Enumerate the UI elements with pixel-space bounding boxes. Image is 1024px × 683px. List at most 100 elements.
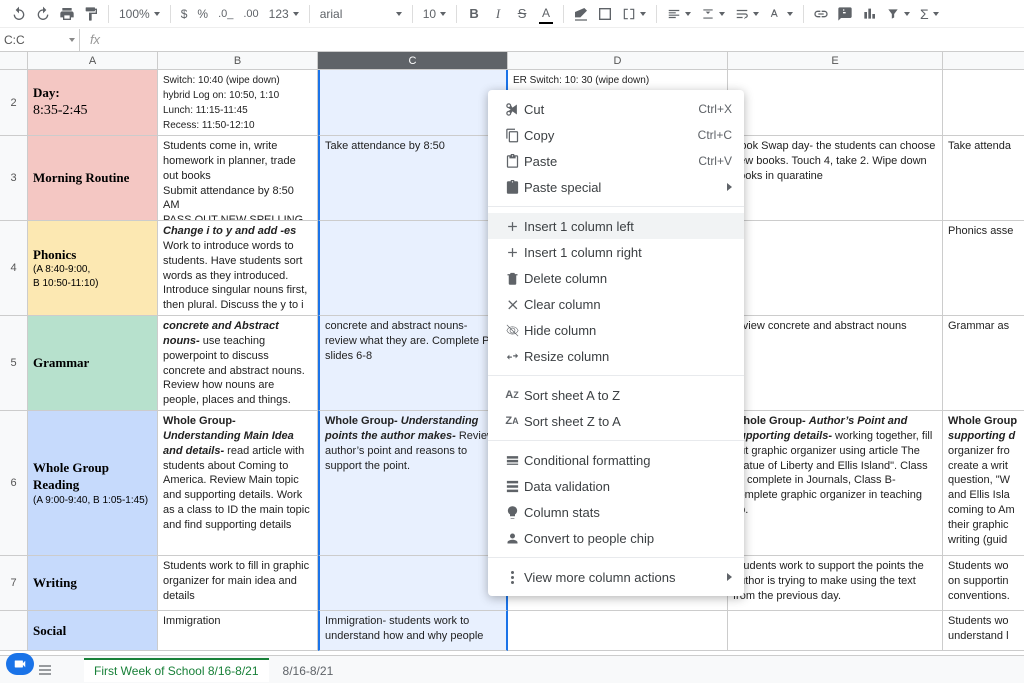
decrease-decimal-button[interactable]: .0_ xyxy=(214,8,237,20)
resize-icon xyxy=(500,349,524,364)
row-header[interactable] xyxy=(0,611,28,651)
cell: review concrete and abstract nouns xyxy=(728,316,943,411)
link-button[interactable] xyxy=(810,3,832,25)
cell-selected: Immigration- students work to understand… xyxy=(318,611,508,651)
column-header[interactable] xyxy=(943,52,1024,70)
currency-button[interactable]: $ xyxy=(177,7,192,21)
cell: Whole Group- Understanding Main Idea and… xyxy=(158,411,318,556)
row-header[interactable]: 6 xyxy=(0,411,28,556)
dots-icon xyxy=(500,571,524,584)
formula-bar: C:C fx xyxy=(0,28,1024,52)
cell xyxy=(728,611,943,651)
cond-icon xyxy=(500,453,524,468)
row-header[interactable]: 7 xyxy=(0,556,28,611)
zoom-select[interactable]: 100% xyxy=(115,7,164,21)
percent-button[interactable]: % xyxy=(193,7,212,21)
row-header[interactable]: 4 xyxy=(0,221,28,316)
cell-selected xyxy=(318,221,508,316)
paste-icon xyxy=(500,154,524,169)
row-label-cell: Writing xyxy=(28,556,158,611)
copy-icon xyxy=(500,128,524,143)
context-menu-item[interactable]: Convert to people chip xyxy=(488,525,744,551)
strikethrough-button[interactable]: S xyxy=(511,3,533,25)
row-label-cell: Phonics(A 8:40-9:00,B 10:50-11:10) xyxy=(28,221,158,316)
number-format-select[interactable]: 123 xyxy=(265,7,303,21)
comment-button[interactable] xyxy=(834,3,856,25)
paint-format-button[interactable] xyxy=(80,3,102,25)
context-menu-item[interactable]: Hide column xyxy=(488,317,744,343)
fill-color-button[interactable] xyxy=(570,3,592,25)
sheet-tab[interactable]: 8/16-8/21 xyxy=(273,658,344,682)
column-header[interactable]: E xyxy=(728,52,943,70)
wrap-button[interactable] xyxy=(731,7,763,21)
font-select[interactable]: arial xyxy=(316,7,406,21)
row-label-cell: Grammar xyxy=(28,316,158,411)
context-menu-item[interactable]: Resize column xyxy=(488,343,744,369)
column-header[interactable] xyxy=(0,52,28,70)
context-menu-item[interactable]: Delete column xyxy=(488,265,744,291)
name-box[interactable]: C:C xyxy=(0,29,80,51)
context-menu-item[interactable]: PasteCtrl+V xyxy=(488,148,744,174)
cell: Whole Groupsupporting dorganizer frocrea… xyxy=(943,411,1024,556)
meet-button[interactable] xyxy=(6,653,34,675)
context-menu-item[interactable]: CopyCtrl+C xyxy=(488,122,744,148)
cell xyxy=(728,70,943,136)
all-sheets-button[interactable] xyxy=(34,659,56,681)
redo-button[interactable] xyxy=(32,3,54,25)
text-color-button[interactable]: A xyxy=(535,3,557,25)
sortza-icon: ZA xyxy=(500,415,524,427)
row-label-cell: Social xyxy=(28,611,158,651)
cell: Students wounderstand l xyxy=(943,611,1024,651)
row-header[interactable]: 3 xyxy=(0,136,28,221)
cell: Students woon supportinconventions. xyxy=(943,556,1024,611)
borders-button[interactable] xyxy=(594,3,616,25)
cell-selected: concrete and abstract nouns- review what… xyxy=(318,316,508,411)
column-header[interactable]: B xyxy=(158,52,318,70)
context-menu-item[interactable]: Data validation xyxy=(488,473,744,499)
font-size-select[interactable]: 10 xyxy=(419,7,450,21)
valign-button[interactable] xyxy=(697,7,729,21)
hide-icon xyxy=(500,323,524,338)
sheet-tab-bar: + First Week of School 8/16-8/21 8/16-8/… xyxy=(0,655,1024,683)
context-menu-item[interactable]: Clear column xyxy=(488,291,744,317)
cell: concrete and Abstract nouns- use teachin… xyxy=(158,316,318,411)
print-button[interactable] xyxy=(56,3,78,25)
align-button[interactable] xyxy=(663,7,695,21)
filter-button[interactable] xyxy=(882,7,914,21)
bold-button[interactable]: B xyxy=(463,3,485,25)
row-header[interactable]: 2 xyxy=(0,70,28,136)
cell: Immigration xyxy=(158,611,318,651)
cell xyxy=(728,221,943,316)
row-label-cell: Whole Group Reading(A 9:00-9:40, B 1:05-… xyxy=(28,411,158,556)
cell: Switch: 10:40 (wipe down)hybrid Log on: … xyxy=(158,70,318,136)
context-menu-item[interactable]: Insert 1 column right xyxy=(488,239,744,265)
increase-decimal-button[interactable]: .00 xyxy=(239,8,262,20)
context-menu-item[interactable]: Paste special xyxy=(488,174,744,200)
x-icon xyxy=(500,297,524,312)
rotation-button[interactable] xyxy=(765,7,797,21)
row-label-cell: Morning Routine xyxy=(28,136,158,221)
sheet-tab-active[interactable]: First Week of School 8/16-8/21 xyxy=(84,658,269,682)
formula-input[interactable] xyxy=(110,28,1024,51)
cell-selected: Whole Group- Understanding points the au… xyxy=(318,411,508,556)
context-menu-item[interactable]: Conditional formatting xyxy=(488,447,744,473)
column-header[interactable]: A xyxy=(28,52,158,70)
context-menu-item[interactable]: Column stats xyxy=(488,499,744,525)
plus-icon xyxy=(500,219,524,234)
context-menu-item[interactable]: View more column actions xyxy=(488,564,744,590)
merge-cells-button[interactable] xyxy=(618,7,650,21)
row-header[interactable]: 5 xyxy=(0,316,28,411)
cell: Grammar as xyxy=(943,316,1024,411)
italic-button[interactable]: I xyxy=(487,3,509,25)
context-menu-item[interactable]: AZSort sheet A to Z xyxy=(488,382,744,408)
column-header[interactable]: D xyxy=(508,52,728,70)
chart-button[interactable] xyxy=(858,3,880,25)
undo-button[interactable] xyxy=(8,3,30,25)
cell xyxy=(943,70,1024,136)
context-menu-item[interactable]: CutCtrl+X xyxy=(488,96,744,122)
functions-button[interactable]: Σ xyxy=(916,6,943,22)
context-menu-item[interactable]: ZASort sheet Z to A xyxy=(488,408,744,434)
column-header[interactable]: C xyxy=(318,52,508,70)
datav-icon xyxy=(500,479,524,494)
context-menu-item[interactable]: Insert 1 column left xyxy=(488,213,744,239)
